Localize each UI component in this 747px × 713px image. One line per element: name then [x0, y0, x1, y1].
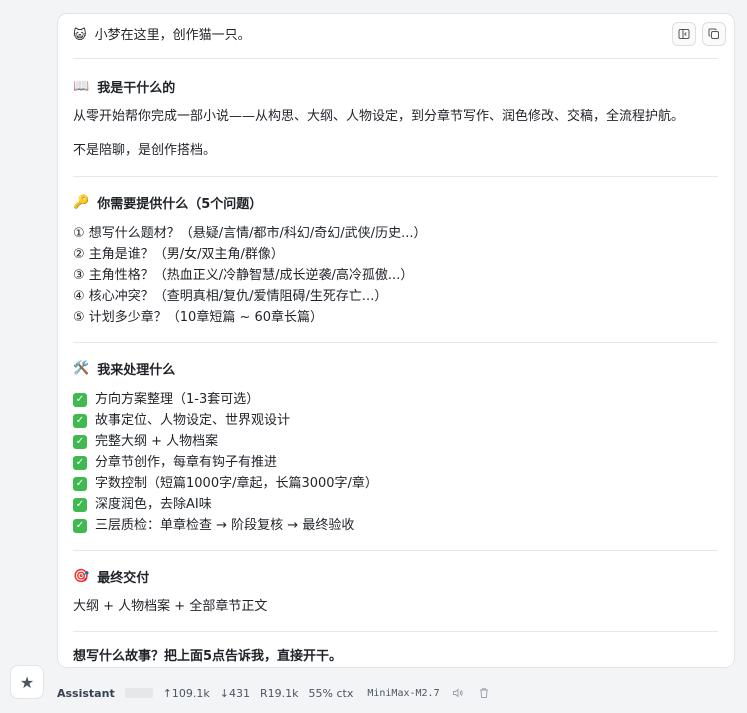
task-item: ✓ 分章节创作，每章有钩子有推进 — [73, 452, 718, 473]
assistant-message-card: 😺 小梦在这里，创作猫一只。 📖 我是干什么的 从零开始帮你完成一部小说——从构… — [57, 13, 735, 668]
copy-icon — [708, 28, 719, 39]
task-item: ✓ 完整大纲 + 人物档案 — [73, 431, 718, 452]
message-meta-bar: Assistant ↑109.1k ↓431 R19.1k 55% ctx Mi… — [57, 684, 492, 702]
task-list: ✓ 方向方案整理（1-3套可选） ✓ 故事定位、人物设定、世界观设计 ✓ 完整大纲 +… — [73, 389, 718, 536]
redacted-timestamp — [124, 688, 153, 698]
message-tools — [672, 22, 726, 46]
task-item: ✓ 深度润色，去除AI味 — [73, 494, 718, 515]
question-item: ① 想写什么题材？（悬疑/言情/都市/科幻/奇幻/武侠/历史...） — [73, 226, 427, 241]
trash-icon — [479, 688, 488, 698]
section-title-text: 我来处理什么 — [97, 362, 176, 378]
deliver-text: 大纲 + 人物档案 + 全部章节正文 — [73, 599, 268, 614]
section-title-text: 最终交付 — [97, 570, 150, 586]
what-paragraph-1: 从零开始帮你完成一部小说——从构思、大纲、人物设定，到分章节写作、润色修改、交稿… — [73, 109, 685, 124]
read-aloud-button[interactable] — [450, 685, 466, 701]
check-icon: ✓ — [73, 476, 87, 491]
greeting-line: 😺 小梦在这里，创作猫一只。 — [73, 14, 718, 58]
section-handle: 🛠️ 我来处理什么 ✓ 方向方案整理（1-3套可选） ✓ 故事定位、人物设定、世界观… — [73, 343, 718, 536]
closing-line: 想写什么故事？把上面5点告诉我，直接开干。 — [73, 649, 343, 664]
check-icon: ✓ — [73, 413, 87, 428]
task-item: ✓ 方向方案整理（1-3套可选） — [73, 389, 718, 410]
model-name: MiniMax-M2.7 — [367, 687, 440, 699]
context-usage: 55% ctx — [308, 686, 354, 700]
question-item: ⑤ 计划多少章？（10章短篇 ~ 60章长篇） — [73, 310, 324, 325]
question-item: ② 主角是谁？（男/女/双主角/群像） — [73, 247, 284, 262]
chat-view: 😺 小梦在这里，创作猫一只。 📖 我是干什么的 从零开始帮你完成一部小说——从构… — [0, 0, 747, 713]
tools-icon: 🛠️ — [73, 360, 90, 376]
question-list: ① 想写什么题材？（悬疑/言情/都市/科幻/奇幻/武侠/历史...） ② 主角是… — [73, 223, 718, 328]
section-title: 🎯 最终交付 — [73, 566, 718, 586]
split-view-icon — [678, 29, 690, 39]
what-paragraph-2: 不是陪聊，是创作搭档。 — [73, 143, 217, 158]
check-icon: ✓ — [73, 497, 87, 512]
check-icon: ✓ — [73, 518, 87, 533]
section-title: 🔑 你需要提供什么（5个问题） — [73, 192, 718, 212]
target-icon: 🎯 — [73, 568, 90, 584]
check-icon: ✓ — [73, 392, 87, 407]
split-view-button[interactable] — [672, 22, 696, 46]
section-title-text: 你需要提供什么（5个问题） — [97, 196, 263, 212]
role-label: Assistant — [57, 686, 115, 700]
delete-button[interactable] — [476, 685, 492, 701]
section-title: 🛠️ 我来处理什么 — [73, 358, 718, 378]
check-icon: ✓ — [73, 434, 87, 449]
task-item: ✓ 三层质检：单章检查 → 阶段复核 → 最终验收 — [73, 515, 718, 536]
tokens-in: ↑109.1k — [162, 686, 210, 700]
task-item: ✓ 字数控制（短篇1000字/章起，长篇3000字/章） — [73, 473, 718, 494]
section-need: 🔑 你需要提供什么（5个问题） ① 想写什么题材？（悬疑/言情/都市/科幻/奇幻… — [73, 177, 718, 328]
section-deliver: 🎯 最终交付 大纲 + 人物档案 + 全部章节正文 — [73, 551, 718, 617]
section-title-text: 我是干什么的 — [97, 80, 176, 96]
tokens-out: ↓431 — [219, 686, 250, 700]
question-item: ③ 主角性格？（热血正义/冷静智慧/成长逆袭/高冷孤傲...） — [73, 268, 414, 283]
star-icon: ★ — [19, 672, 35, 692]
question-item: ④ 核心冲突？（查明真相/复仇/爱情阻碍/生死存亡...） — [73, 289, 388, 304]
favorite-button[interactable]: ★ — [10, 665, 44, 699]
speaker-icon — [452, 688, 463, 698]
copy-button[interactable] — [702, 22, 726, 46]
greeting-text: 小梦在这里，创作猫一只。 — [94, 28, 251, 43]
key-icon: 🔑 — [73, 194, 90, 210]
section-title: 📖 我是干什么的 — [73, 76, 718, 96]
task-item: ✓ 故事定位、人物设定、世界观设计 — [73, 410, 718, 431]
book-icon: 📖 — [73, 78, 90, 94]
cat-emoji: 😺 — [73, 28, 87, 43]
reasoning-tokens: R19.1k — [260, 686, 299, 700]
section-what: 📖 我是干什么的 从零开始帮你完成一部小说——从构思、大纲、人物设定，到分章节写… — [73, 59, 718, 161]
check-icon: ✓ — [73, 455, 87, 470]
